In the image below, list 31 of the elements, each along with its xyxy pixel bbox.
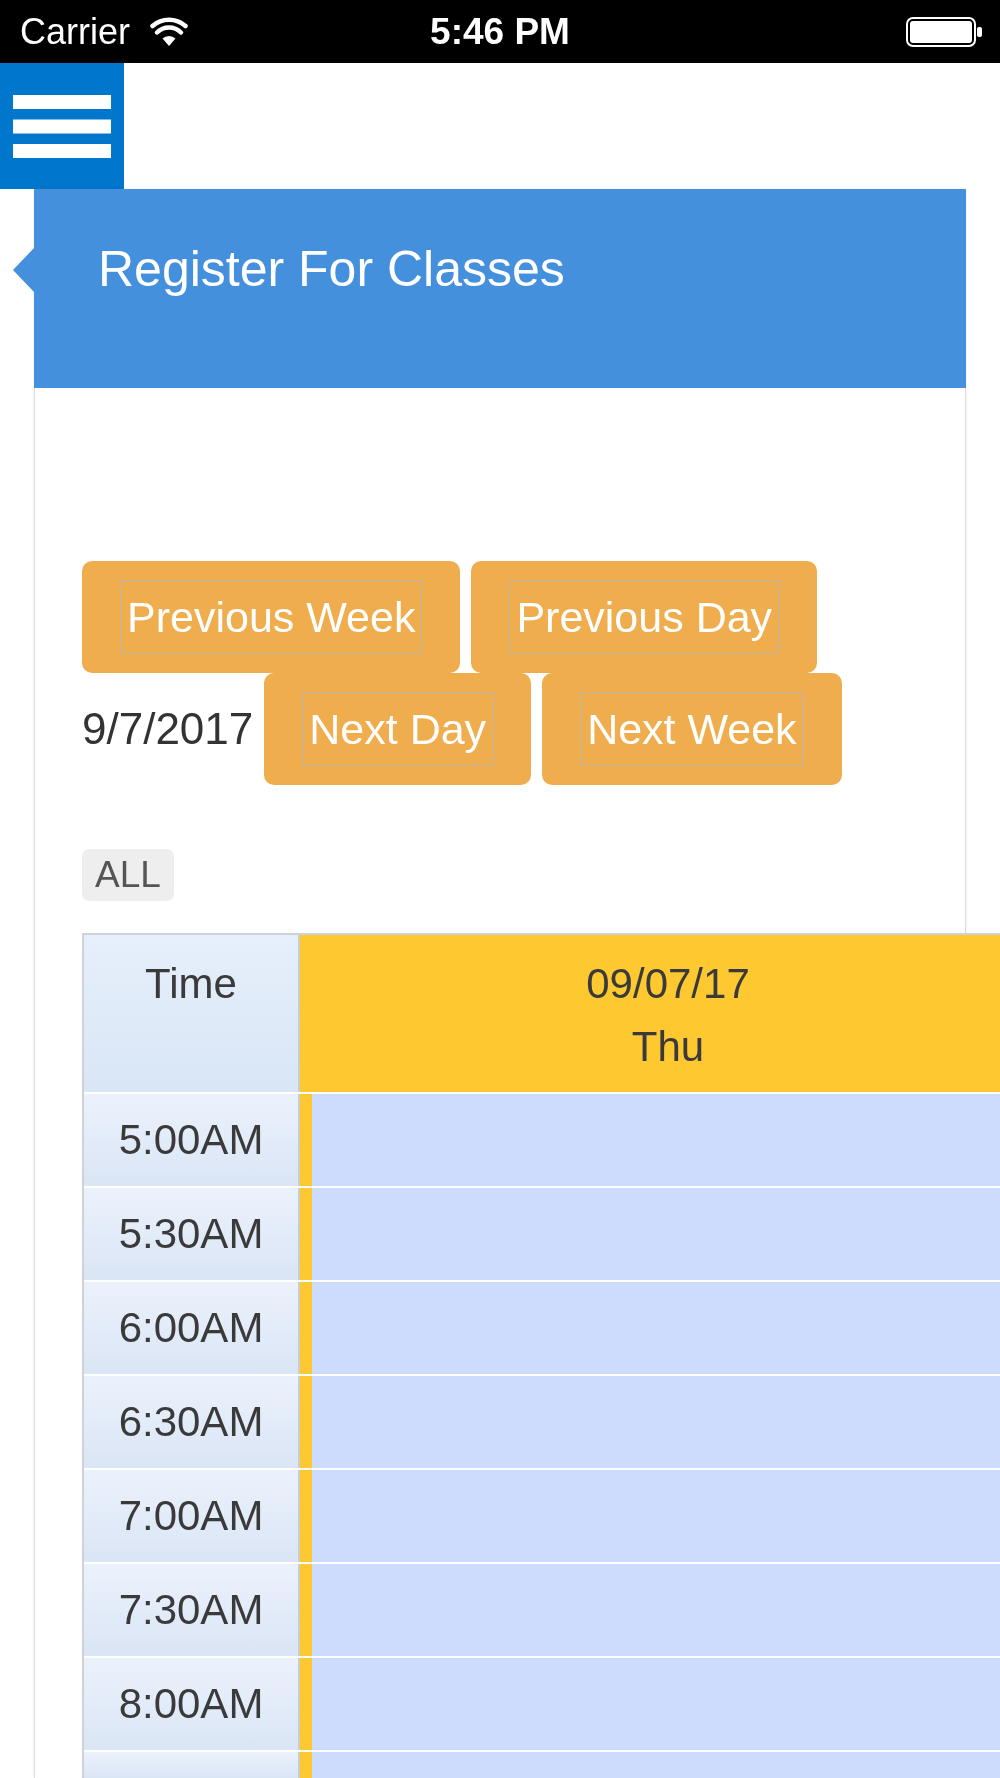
time-cell: 6:00AM xyxy=(84,1282,300,1374)
header-weekday: Thu xyxy=(631,1022,705,1072)
time-slot[interactable] xyxy=(300,1470,1000,1562)
time-cell: 7:30AM xyxy=(84,1564,300,1656)
time-slot[interactable] xyxy=(300,1188,1000,1280)
time-cell: 6:30AM xyxy=(84,1376,300,1468)
time-cell: 5:30AM xyxy=(84,1188,300,1280)
carrier-text: Carrier xyxy=(20,10,130,53)
date-label: 9/7/2017 xyxy=(82,704,254,754)
menu-icon xyxy=(13,94,111,158)
time-cell: 5:00AM xyxy=(84,1094,300,1186)
time-slot[interactable] xyxy=(300,1094,1000,1186)
time-cell: 8:00AM xyxy=(84,1658,300,1750)
battery-icon xyxy=(906,16,982,47)
nav-button[interactable]: Previous Week xyxy=(82,561,461,673)
nav-button[interactable]: Next Week xyxy=(542,673,842,785)
time-slot[interactable] xyxy=(300,1282,1000,1374)
header-date: 09/07/17 xyxy=(586,959,750,1009)
time-cell: 7:00AM xyxy=(84,1470,300,1562)
time-slot[interactable] xyxy=(300,1376,1000,1468)
time-slot[interactable] xyxy=(300,1752,1000,1778)
wifi-icon xyxy=(150,16,188,47)
time-slot[interactable] xyxy=(300,1658,1000,1750)
page-title: Register For Classes xyxy=(98,241,565,297)
nav-button[interactable]: Previous Day xyxy=(471,561,818,673)
filter-chip[interactable]: ALL xyxy=(82,849,174,901)
nav-button[interactable]: Next Day xyxy=(264,673,532,785)
menu-button[interactable] xyxy=(0,63,124,189)
time-slot[interactable] xyxy=(300,1564,1000,1656)
time-header: Time xyxy=(84,935,300,1092)
clock-text: 5:46 PM xyxy=(430,10,570,53)
